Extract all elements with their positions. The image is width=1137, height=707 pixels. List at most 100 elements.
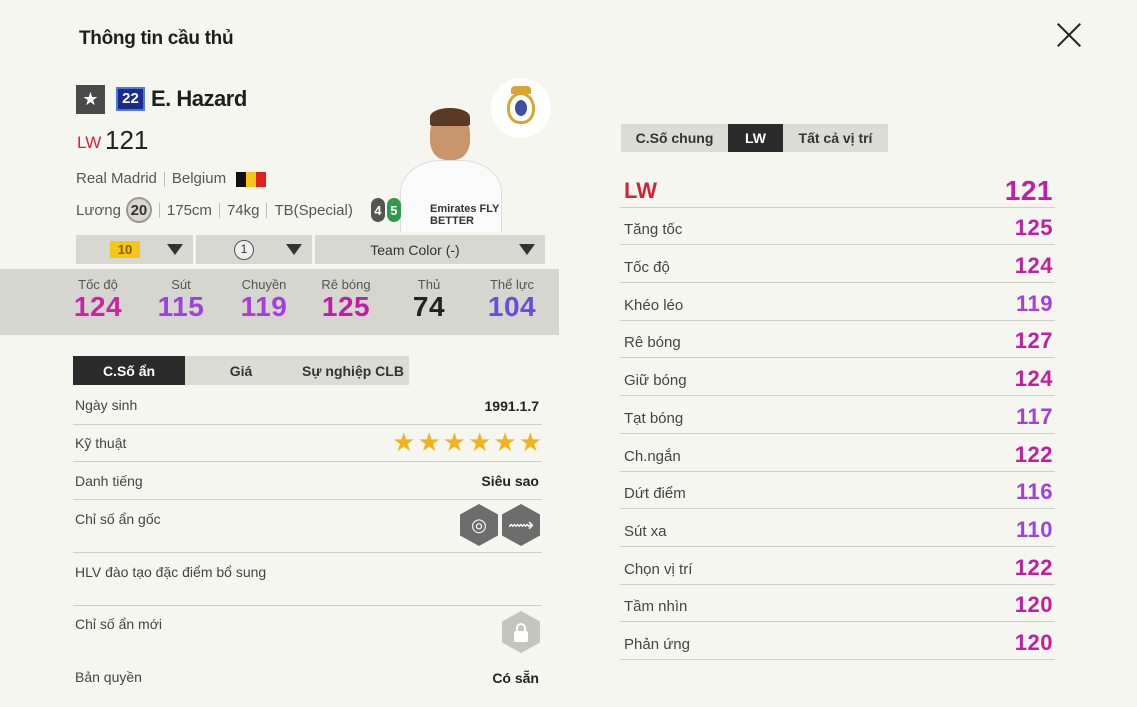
info-tabs: C.Số ẩn Giá Sự nghiệp CLB: [73, 356, 409, 385]
chevron-down-icon: [519, 244, 535, 255]
star-icon: ★: [468, 427, 492, 457]
divider: [218, 202, 220, 218]
summary-stats: Tốc độ 124 Sút 115 Chuyền 119 Rê bóng 125 Th…: [0, 269, 559, 335]
detail-tabs: C.Số chung LW Tất cả vị trí: [621, 124, 888, 152]
player-position: LW: [77, 133, 102, 152]
chevron-down-icon: [167, 244, 183, 255]
player-overall: 121: [105, 125, 149, 155]
tab-club-career[interactable]: Sự nghiệp CLB: [297, 356, 409, 385]
detail-stat-value: 127: [1014, 328, 1053, 354]
coach-row: HLV đào tạo đặc điểm bổ sung: [73, 553, 542, 606]
detail-stat-value: 122: [1014, 554, 1053, 580]
detail-overall: 121: [1004, 174, 1053, 206]
tab-general-stats[interactable]: C.Số chung: [621, 124, 728, 152]
enhance-level-dropdown[interactable]: 10: [76, 235, 193, 264]
detail-stat-row: Tạt bóng 117: [620, 396, 1055, 434]
lock-icon[interactable]: [502, 611, 540, 653]
coach-label: HLV đào tạo đặc điểm bổ sung: [75, 564, 267, 580]
detail-stat-value: 124: [1014, 253, 1053, 279]
detail-stat-row: Khéo léo 119: [620, 283, 1055, 321]
close-icon[interactable]: [1052, 18, 1086, 52]
salary-label: Lương: [76, 201, 121, 219]
new-hidden-label: Chỉ số ẩn mới: [75, 616, 162, 632]
tab-all-positions[interactable]: Tất cả vị trí: [783, 124, 888, 152]
detail-stat-value: 125: [1014, 215, 1053, 241]
detail-stat-value: 124: [1014, 366, 1053, 392]
detail-stat-row: Dứt điểm 116: [620, 472, 1055, 510]
divider: [158, 202, 160, 218]
detail-stats-list: LW 121 Tăng tốc 125 Tốc độ 124 Khéo léo 119 Rê…: [620, 170, 1055, 660]
birthday-value: 1991.1.7: [484, 398, 540, 414]
training-level-dropdown[interactable]: 1: [196, 235, 312, 264]
detail-stat-label: Tăng tốc: [624, 221, 683, 239]
stat-value: 104: [487, 291, 537, 322]
hidden-traits-row: Chỉ số ẩn gốc ◎ ⟿: [73, 500, 542, 553]
nation-name: Belgium: [171, 170, 227, 187]
divider: [266, 202, 268, 218]
license-label: Bản quyền: [75, 669, 142, 685]
club-nation-line: Real Madrid Belgium: [76, 170, 267, 187]
detail-stat-value: 119: [1016, 290, 1053, 316]
enhance-level-badge: 10: [110, 241, 140, 258]
detail-stat-label: Sút xa: [624, 522, 667, 540]
team-color-dropdown[interactable]: Team Color (-): [315, 235, 545, 264]
detail-stat-row: Chọn vị trí 122: [620, 547, 1055, 585]
club-name: Real Madrid: [76, 170, 157, 187]
stat-label: Tốc độ: [78, 277, 118, 292]
detail-position: LW: [624, 177, 657, 203]
detail-stat-row: Rê bóng 127: [620, 321, 1055, 359]
detail-stat-label: Ch.ngắn: [624, 447, 681, 465]
chevron-down-icon: [286, 244, 302, 255]
season-badge: 22: [116, 87, 145, 111]
stat-defending: Thủ 74: [389, 277, 469, 322]
finesse-shot-trait-icon[interactable]: ◎: [460, 504, 498, 546]
birthday-label: Ngày sinh: [75, 397, 138, 413]
stat-label: Sút: [171, 277, 191, 292]
detail-stat-row: Tầm nhìn 120: [620, 585, 1055, 623]
body-type: TB(Special): [274, 201, 353, 219]
stat-label: Chuyền: [241, 277, 287, 292]
star-icon: ★: [392, 427, 416, 457]
page-title: Thông tin cầu thủ: [79, 28, 234, 49]
new-hidden-row: Chỉ số ẩn mới: [73, 606, 542, 659]
star-icon: ★: [518, 427, 542, 457]
stat-label: Thể lực: [489, 277, 535, 292]
stat-dribbling: Rê bóng 125: [306, 277, 386, 322]
detail-stat-row: Sút xa 110: [620, 509, 1055, 547]
skill-row: Kỹ thuật ★ ★ ★ ★ ★ ★: [73, 425, 542, 462]
detail-stat-label: Khéo léo: [624, 296, 684, 314]
tab-price[interactable]: Giá: [185, 356, 297, 385]
star-icon: ★: [442, 427, 467, 457]
detail-stat-label: Tốc độ: [624, 259, 670, 277]
dribbler-trait-icon[interactable]: ⟿: [502, 504, 540, 546]
birthday-row: Ngày sinh 1991.1.7: [73, 387, 542, 425]
detail-stat-value: 110: [1016, 516, 1053, 542]
star-icon: ★: [493, 427, 517, 457]
fame-row: Danh tiếng Siêu sao: [73, 462, 542, 500]
player-name: E. Hazard: [151, 86, 247, 111]
detail-stat-row: Giữ bóng 124: [620, 358, 1055, 397]
stat-value: 124: [73, 291, 123, 322]
stat-value: 74: [412, 291, 446, 322]
tab-hidden-stats[interactable]: C.Số ẩn: [73, 356, 185, 385]
weight: 74kg: [226, 201, 260, 219]
detail-stat-label: Giữ bóng: [624, 372, 687, 390]
detail-stat-value: 117: [1016, 403, 1053, 429]
sponsor-text: Emirates FLY BETTER: [430, 203, 500, 227]
detail-position-row: LW 121: [620, 170, 1055, 208]
star-icon: ★: [76, 85, 105, 114]
stat-value: 125: [321, 291, 371, 322]
stat-value: 119: [240, 291, 288, 322]
detail-stat-row: Phản ứng 120: [620, 622, 1055, 660]
detail-stat-label: Phản ứng: [624, 635, 690, 653]
stat-passing: Chuyền 119: [224, 277, 304, 322]
tab-lw[interactable]: LW: [728, 124, 783, 152]
player-attributes-line: Lương 20 175cm 74kg TB(Special) 4 5: [76, 197, 401, 223]
detail-stat-label: Tạt bóng: [624, 409, 684, 427]
team-color-label: Team Color (-): [370, 242, 460, 258]
detail-stat-label: Dứt điểm: [624, 485, 686, 503]
license-value: Có sẵn: [492, 670, 539, 686]
detail-stat-value: 120: [1014, 592, 1053, 618]
stat-pace: Tốc độ 124: [58, 277, 138, 322]
detail-stat-value: 120: [1014, 629, 1053, 655]
